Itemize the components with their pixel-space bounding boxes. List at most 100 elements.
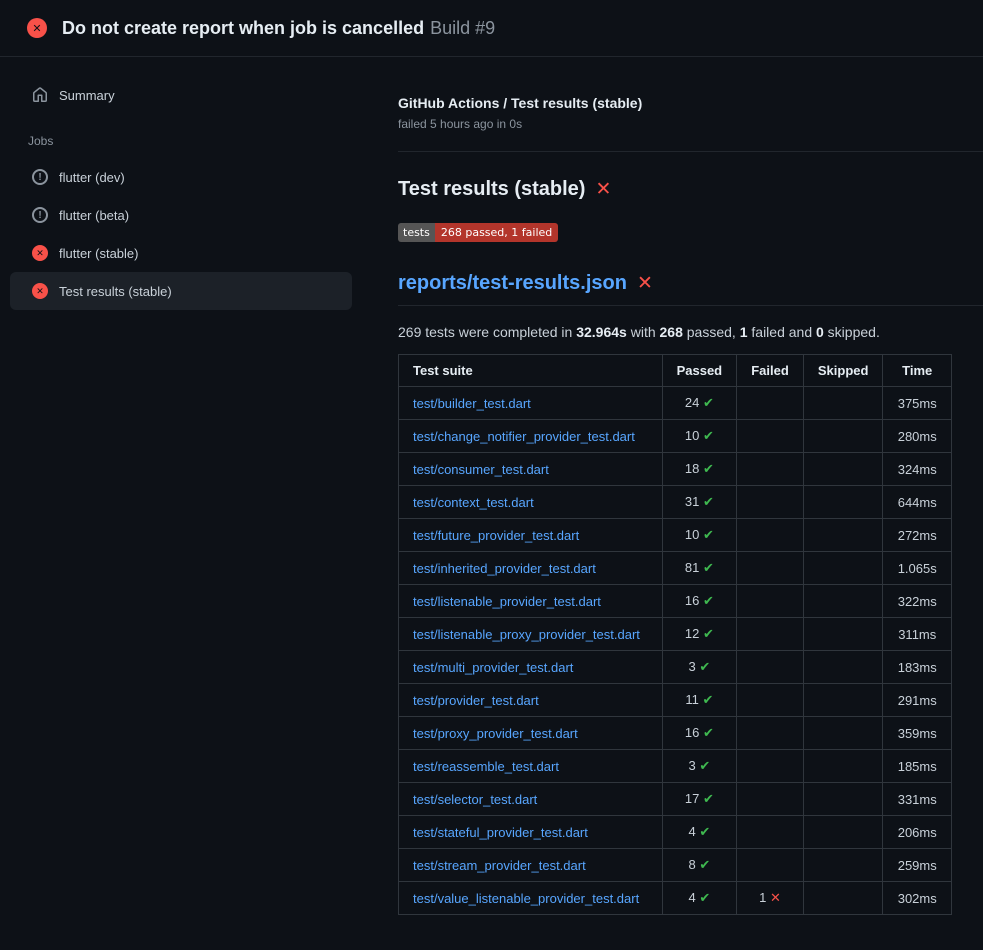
divider <box>398 151 983 152</box>
sidebar-item-flutter-dev[interactable]: !flutter (dev) <box>10 158 352 196</box>
test-suite-link[interactable]: test/selector_test.dart <box>413 792 537 807</box>
failed-cell <box>737 453 804 486</box>
passed-count: 4 <box>688 824 695 839</box>
suite-cell: test/selector_test.dart <box>399 783 663 816</box>
failed-cell <box>737 519 804 552</box>
test-suite-link[interactable]: test/value_listenable_provider_test.dart <box>413 891 639 906</box>
skipped-cell <box>803 816 883 849</box>
test-suite-link[interactable]: test/inherited_provider_test.dart <box>413 561 596 576</box>
summary-prefix: 269 tests were completed in <box>398 324 576 340</box>
skipped-cell <box>803 486 883 519</box>
skipped-cell <box>803 849 883 882</box>
tests-badge: tests 268 passed, 1 failed <box>398 223 558 242</box>
failed-cell <box>737 684 804 717</box>
check-icon: ✔ <box>699 824 710 839</box>
test-suite-link[interactable]: test/context_test.dart <box>413 495 534 510</box>
suite-cell: test/multi_provider_test.dart <box>399 651 663 684</box>
check-icon: ✔ <box>703 791 714 806</box>
summary-text: failed and <box>748 324 817 340</box>
check-icon: ✔ <box>703 527 714 542</box>
skipped-cell <box>803 585 883 618</box>
table-row: test/provider_test.dart11 ✔291ms <box>399 684 952 717</box>
check-icon: ✔ <box>703 395 714 410</box>
sidebar-item-flutter-stable[interactable]: ✕flutter (stable) <box>10 234 352 272</box>
suite-cell: test/inherited_provider_test.dart <box>399 552 663 585</box>
check-icon: ✔ <box>703 560 714 575</box>
table-row: test/listenable_proxy_provider_test.dart… <box>399 618 952 651</box>
passed-cell: 17 ✔ <box>662 783 737 816</box>
time-cell: 272ms <box>883 519 952 552</box>
passed-cell: 8 ✔ <box>662 849 737 882</box>
header-failed: Failed <box>737 355 804 387</box>
test-suite-link[interactable]: test/stream_provider_test.dart <box>413 858 586 873</box>
x-circle-icon: ✕ <box>32 245 48 261</box>
passed-count: 11 <box>685 692 699 707</box>
check-icon: ✔ <box>699 857 710 872</box>
time-cell: 183ms <box>883 651 952 684</box>
check-icon: ✔ <box>703 626 714 641</box>
test-suite-link[interactable]: test/change_notifier_provider_test.dart <box>413 429 635 444</box>
test-suite-link[interactable]: test/reassemble_test.dart <box>413 759 559 774</box>
table-row: test/value_listenable_provider_test.dart… <box>399 882 952 915</box>
table-row: test/proxy_provider_test.dart16 ✔359ms <box>399 717 952 750</box>
test-suite-link[interactable]: test/stateful_provider_test.dart <box>413 825 588 840</box>
table-row: test/builder_test.dart24 ✔375ms <box>399 387 952 420</box>
test-suite-link[interactable]: test/multi_provider_test.dart <box>413 660 573 675</box>
alert-circle-icon: ! <box>32 169 48 185</box>
sidebar-item-summary[interactable]: Summary <box>10 76 352 114</box>
test-suite-link[interactable]: test/consumer_test.dart <box>413 462 549 477</box>
check-icon: ✔ <box>699 659 710 674</box>
header-time: Time <box>883 355 952 387</box>
report-title: reports/test-results.json ✕ <box>398 272 983 306</box>
page-title: Do not create report when job is cancell… <box>62 18 495 39</box>
sidebar-item-flutter-beta[interactable]: !flutter (beta) <box>10 196 352 234</box>
passed-cell: 4 ✔ <box>662 816 737 849</box>
jobs-list: !flutter (dev)!flutter (beta)✕flutter (s… <box>10 158 352 310</box>
test-suite-link[interactable]: test/builder_test.dart <box>413 396 531 411</box>
failed-count: 1 <box>759 890 766 905</box>
suite-cell: test/consumer_test.dart <box>399 453 663 486</box>
passed-cell: 10 ✔ <box>662 519 737 552</box>
time-cell: 324ms <box>883 453 952 486</box>
report-file-link[interactable]: reports/test-results.json <box>398 272 627 295</box>
table-row: test/context_test.dart31 ✔644ms <box>399 486 952 519</box>
passed-cell: 10 ✔ <box>662 420 737 453</box>
test-suite-link[interactable]: test/provider_test.dart <box>413 693 539 708</box>
suite-cell: test/change_notifier_provider_test.dart <box>399 420 663 453</box>
passed-count: 12 <box>685 626 699 641</box>
test-suite-link[interactable]: test/proxy_provider_test.dart <box>413 726 578 741</box>
skipped-cell <box>803 783 883 816</box>
failed-cell <box>737 552 804 585</box>
summary-text: skipped. <box>824 324 880 340</box>
passed-count: 4 <box>688 890 695 905</box>
time-cell: 359ms <box>883 717 952 750</box>
passed-cell: 4 ✔ <box>662 882 737 915</box>
suite-cell: test/future_provider_test.dart <box>399 519 663 552</box>
failed-cell <box>737 651 804 684</box>
test-suite-link[interactable]: test/listenable_provider_test.dart <box>413 594 601 609</box>
table-row: test/stateful_provider_test.dart4 ✔206ms <box>399 816 952 849</box>
passed-cell: 31 ✔ <box>662 486 737 519</box>
failed-cell <box>737 486 804 519</box>
summary-passed: 268 <box>660 324 683 340</box>
passed-count: 31 <box>685 494 699 509</box>
summary-line: 269 tests were completed in 32.964s with… <box>398 324 952 340</box>
time-cell: 322ms <box>883 585 952 618</box>
skipped-cell <box>803 618 883 651</box>
failed-cell <box>737 420 804 453</box>
suite-cell: test/stream_provider_test.dart <box>399 849 663 882</box>
test-suite-link[interactable]: test/listenable_proxy_provider_test.dart <box>413 627 640 642</box>
x-icon: ✕ <box>770 890 781 905</box>
skipped-cell <box>803 552 883 585</box>
time-cell: 291ms <box>883 684 952 717</box>
time-cell: 280ms <box>883 420 952 453</box>
passed-count: 3 <box>688 659 695 674</box>
sidebar-item-test-results-stable[interactable]: ✕Test results (stable) <box>10 272 352 310</box>
summary-text: passed, <box>683 324 740 340</box>
passed-cell: 81 ✔ <box>662 552 737 585</box>
passed-count: 10 <box>685 428 699 443</box>
failed-cell <box>737 717 804 750</box>
skipped-cell <box>803 420 883 453</box>
test-suite-link[interactable]: test/future_provider_test.dart <box>413 528 579 543</box>
suite-cell: test/builder_test.dart <box>399 387 663 420</box>
